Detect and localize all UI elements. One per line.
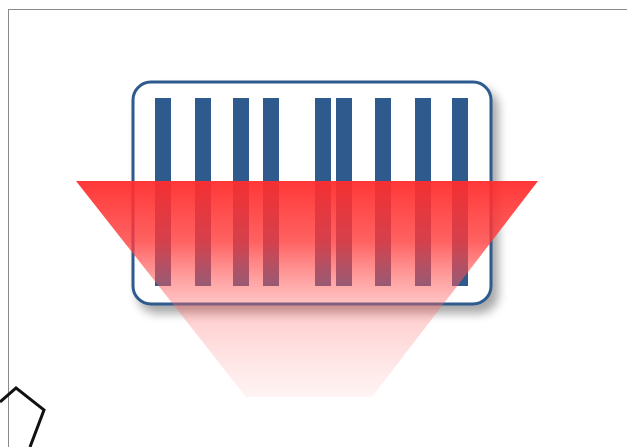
- image-viewport: [0, 0, 627, 447]
- barcode-scan-icon: [76, 80, 538, 397]
